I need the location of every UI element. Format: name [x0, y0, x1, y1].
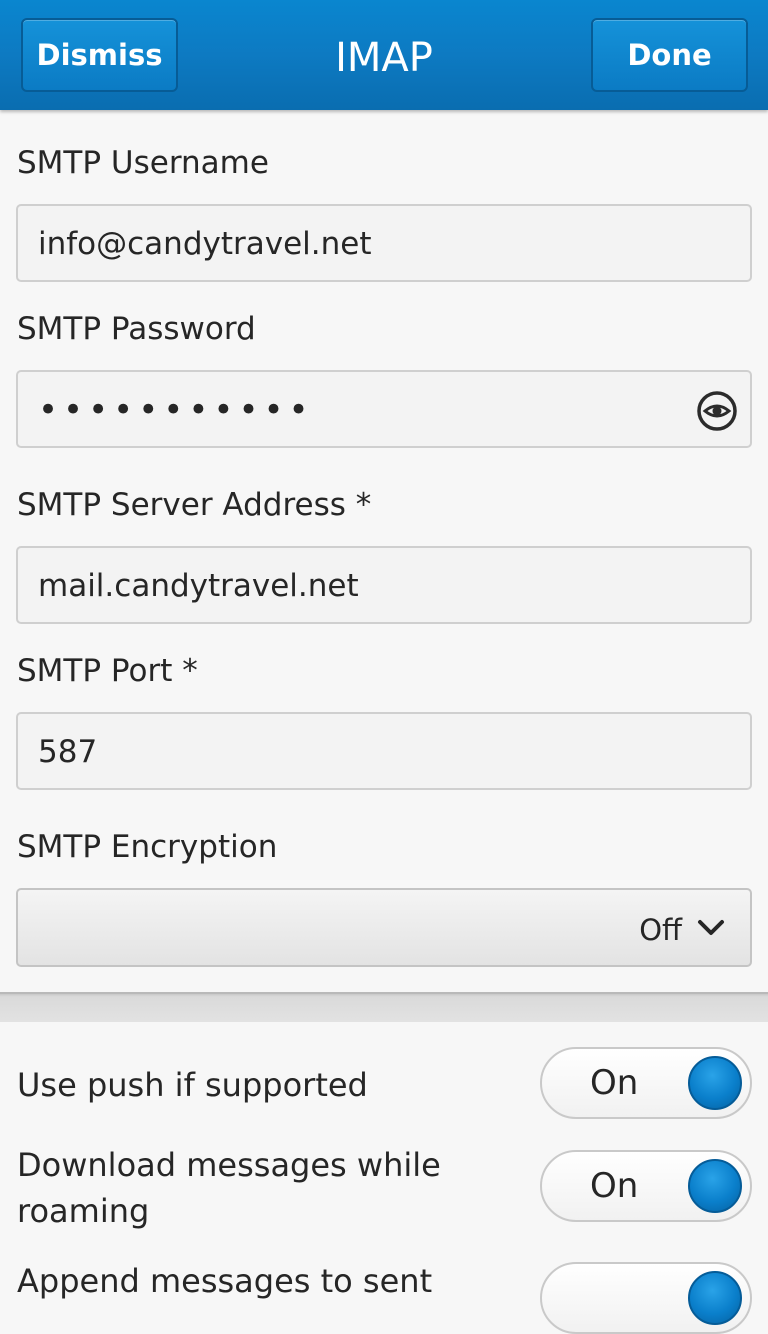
smtp-username-field[interactable]: info@candytravel.net [16, 204, 752, 282]
smtp-password-label: SMTP Password [17, 311, 256, 347]
smtp-password-field[interactable]: ••••••••••• [16, 370, 752, 448]
roaming-toggle[interactable]: On [540, 1150, 752, 1222]
push-toggle-knob [688, 1056, 742, 1110]
smtp-port-label: SMTP Port * [17, 653, 198, 689]
smtp-server-value: mail.candytravel.net [38, 568, 359, 604]
smtp-password-value: ••••••••••• [38, 390, 314, 430]
smtp-username-value: info@candytravel.net [38, 226, 372, 262]
eye-icon[interactable] [696, 390, 738, 432]
smtp-server-label: SMTP Server Address * [17, 487, 372, 523]
page-title: IMAP [335, 35, 433, 81]
push-label: Use push if supported [17, 1066, 368, 1104]
smtp-encryption-value: Off [639, 913, 682, 947]
smtp-username-label: SMTP Username [17, 145, 269, 181]
smtp-encryption-dropdown[interactable]: Off [16, 888, 752, 967]
smtp-encryption-label: SMTP Encryption [17, 829, 278, 865]
push-toggle[interactable]: On [540, 1047, 752, 1119]
smtp-server-field[interactable]: mail.candytravel.net [16, 546, 752, 624]
smtp-port-value: 587 [38, 734, 98, 770]
append-sent-toggle[interactable] [540, 1262, 752, 1334]
title-bar: Dismiss IMAP Done [0, 0, 768, 110]
section-divider [0, 992, 768, 1022]
roaming-toggle-state: On [590, 1166, 639, 1206]
roaming-toggle-knob [688, 1159, 742, 1213]
append-sent-label: Append messages to sent [17, 1262, 433, 1300]
smtp-port-field[interactable]: 587 [16, 712, 752, 790]
append-sent-toggle-knob [688, 1271, 742, 1325]
push-toggle-state: On [590, 1063, 639, 1103]
done-button[interactable]: Done [591, 18, 748, 92]
sync-options: Use push if supported On Download messag… [0, 1022, 768, 1334]
dismiss-button[interactable]: Dismiss [21, 18, 178, 92]
roaming-label: Download messages while roaming [17, 1146, 441, 1230]
chevron-down-icon [696, 916, 726, 940]
